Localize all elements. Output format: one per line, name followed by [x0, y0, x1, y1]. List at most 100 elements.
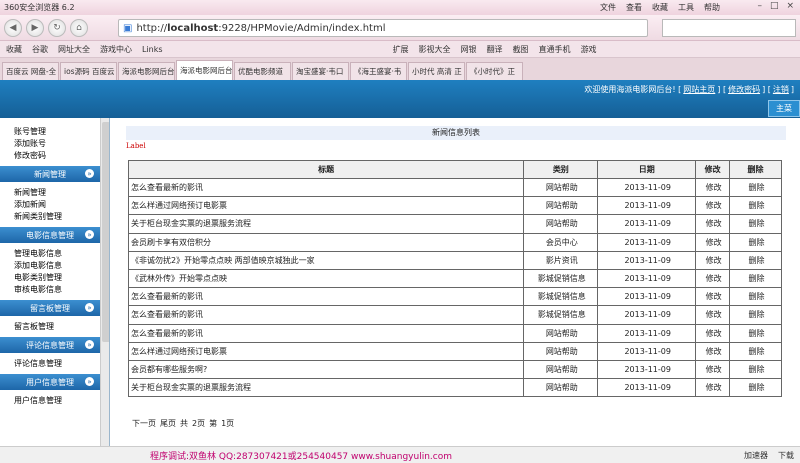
delete-link[interactable]: 删除 [729, 196, 782, 216]
browser-search-input[interactable] [662, 19, 796, 37]
bookmark-item[interactable]: 收藏 [6, 44, 22, 55]
sidebar-item-review-movies[interactable]: 审核电影信息 [0, 284, 100, 296]
delete-link[interactable]: 删除 [729, 359, 782, 380]
sidebar-item-comments[interactable]: 评论信息管理 [0, 358, 100, 370]
bookmark-item[interactable]: 截图 [513, 44, 529, 55]
browser-tab[interactable]: ios源码 百度云 [60, 62, 117, 80]
back-icon[interactable]: ◀ [4, 18, 22, 37]
sidebar-item-users[interactable]: 用户信息管理 [0, 395, 100, 407]
menu-help[interactable]: 帮助 [704, 2, 720, 13]
last-page-link[interactable]: 尾页 [160, 418, 176, 429]
edit-link[interactable]: 修改 [695, 214, 731, 234]
bookmark-item[interactable]: 谷歌 [32, 44, 48, 55]
close-icon[interactable]: × [786, 1, 794, 11]
url-path: :9228/HPMovie/Admin/index.html [218, 22, 386, 34]
table-row: 关于柜台现金实票的退票服务流程 网站帮助 2013-11-09 修改 删除 [127, 214, 782, 234]
collapse-icon[interactable]: » [85, 377, 94, 386]
menu-file[interactable]: 文件 [600, 2, 616, 13]
home-icon[interactable]: ⌂ [70, 18, 88, 37]
menu-tools[interactable]: 工具 [678, 2, 694, 13]
minimize-icon[interactable]: – [757, 1, 762, 11]
delete-link[interactable]: 删除 [729, 214, 782, 234]
edit-link[interactable]: 修改 [695, 196, 731, 216]
sidebar-movie-section: 电影信息管理 » 管理电影信息 添加电影信息 电影类别管理 审核电影信息 [0, 227, 100, 296]
browser-tab[interactable]: 百度云 网盘-全 [2, 62, 59, 80]
collapse-icon[interactable]: » [85, 230, 94, 239]
collapse-icon[interactable]: » [85, 303, 94, 312]
edit-link[interactable]: 修改 [695, 177, 731, 198]
news-category: 网站帮助 [523, 196, 599, 216]
delete-link[interactable]: 删除 [729, 177, 782, 198]
browser-tab[interactable]: 淘宝盛宴·韦口 [292, 62, 349, 80]
table-row: 会员都有哪些服务啊? 网站帮助 2013-11-09 修改 删除 [127, 359, 782, 380]
browser-tab[interactable]: 优酷电影频道 [234, 62, 291, 80]
browser-tab[interactable]: 《海王盛宴·韦 [350, 62, 407, 80]
edit-link[interactable]: 修改 [695, 323, 731, 343]
browser-tab[interactable]: 小时代 高清 正 [408, 62, 465, 80]
delete-link[interactable]: 删除 [729, 323, 782, 343]
delete-link[interactable]: 删除 [729, 268, 782, 289]
address-bar[interactable]: ▣ http:// localhost :9228/HPMovie/Admin/… [118, 19, 648, 37]
logout-link[interactable]: 注销 [773, 85, 789, 94]
sidebar-item-guestbook[interactable]: 留言板管理 [0, 321, 100, 333]
delete-link[interactable]: 删除 [729, 287, 782, 307]
menu-view[interactable]: 查看 [626, 2, 642, 13]
scrollbar-thumb[interactable] [102, 122, 109, 342]
collapse-icon[interactable]: » [85, 340, 94, 349]
edit-link[interactable]: 修改 [695, 305, 731, 325]
sidebar-item-news-category[interactable]: 新闻类别管理 [0, 211, 100, 223]
bookmark-item[interactable]: 影视大全 [419, 44, 451, 55]
edit-link[interactable]: 修改 [695, 250, 731, 270]
maximize-icon[interactable]: □ [770, 1, 779, 11]
accelerator-button[interactable]: 加速器 [744, 450, 768, 461]
edit-link[interactable]: 修改 [695, 268, 731, 289]
delete-link[interactable]: 删除 [729, 378, 782, 398]
sidebar-section-header[interactable]: 留言板管理 » [0, 300, 100, 316]
sidebar-item-add-movie[interactable]: 添加电影信息 [0, 260, 100, 272]
bookmark-item[interactable]: 翻译 [487, 44, 503, 55]
news-date: 2013-11-09 [597, 232, 697, 252]
sidebar-item-account-manage[interactable]: 账号管理 [0, 126, 100, 138]
edit-link[interactable]: 修改 [695, 232, 731, 252]
edit-link[interactable]: 修改 [695, 287, 731, 307]
main-menu-button[interactable]: 主菜 [768, 100, 800, 117]
next-page-link[interactable]: 下一页 [132, 418, 156, 429]
browser-tab-active[interactable]: 海派电影网后台 [176, 60, 233, 80]
forward-icon[interactable]: ▶ [26, 18, 44, 37]
delete-link[interactable]: 删除 [729, 305, 782, 325]
bookmark-item[interactable]: 直通手机 [539, 44, 571, 55]
site-home-link[interactable]: 网站主页 [683, 85, 715, 94]
delete-link[interactable]: 删除 [729, 341, 782, 361]
sidebar-scrollbar[interactable] [100, 118, 109, 446]
sidebar-item-movie-category[interactable]: 电影类别管理 [0, 272, 100, 284]
sidebar-section-header[interactable]: 评论信息管理 » [0, 337, 100, 353]
download-button[interactable]: 下载 [778, 450, 794, 461]
sidebar-section-header[interactable]: 电影信息管理 » [0, 227, 100, 243]
delete-link[interactable]: 删除 [729, 250, 782, 270]
menu-favorites[interactable]: 收藏 [652, 2, 668, 13]
delete-link[interactable]: 删除 [729, 232, 782, 252]
sidebar-item-add-news[interactable]: 添加新闻 [0, 199, 100, 211]
bookmark-item[interactable]: 游戏 [581, 44, 597, 55]
bookmark-item[interactable]: 游戏中心 [100, 44, 132, 55]
edit-link[interactable]: 修改 [695, 359, 731, 380]
bookmark-item[interactable]: 网银 [461, 44, 477, 55]
sidebar-item-add-account[interactable]: 添加账号 [0, 138, 100, 150]
collapse-icon[interactable]: » [85, 169, 94, 178]
bookmark-item[interactable]: 扩展 [393, 44, 409, 55]
edit-link[interactable]: 修改 [695, 378, 731, 398]
site-header: 欢迎使用海派电影网后台! [网站主页] [修改密码] [注销] 主菜 [0, 80, 800, 118]
refresh-icon[interactable]: ↻ [48, 18, 66, 37]
sidebar-item-news-manage[interactable]: 新闻管理 [0, 187, 100, 199]
browser-tab[interactable]: 《小时代》正 [466, 62, 523, 80]
edit-link[interactable]: 修改 [695, 341, 731, 361]
sidebar-item-manage-movies[interactable]: 管理电影信息 [0, 248, 100, 260]
change-password-link[interactable]: 修改密码 [728, 85, 760, 94]
bookmark-item[interactable]: 网址大全 [58, 44, 90, 55]
sidebar-section-header[interactable]: 新闻管理 » [0, 166, 100, 182]
sidebar-section-header[interactable]: 用户信息管理 » [0, 374, 100, 390]
table-header-row: 标题 类别 日期 修改 删除 [127, 160, 782, 179]
bookmark-item[interactable]: Links [142, 45, 163, 54]
browser-tab[interactable]: 海派电影网后台 [118, 62, 175, 80]
sidebar-item-change-password[interactable]: 修改密码 [0, 150, 100, 162]
